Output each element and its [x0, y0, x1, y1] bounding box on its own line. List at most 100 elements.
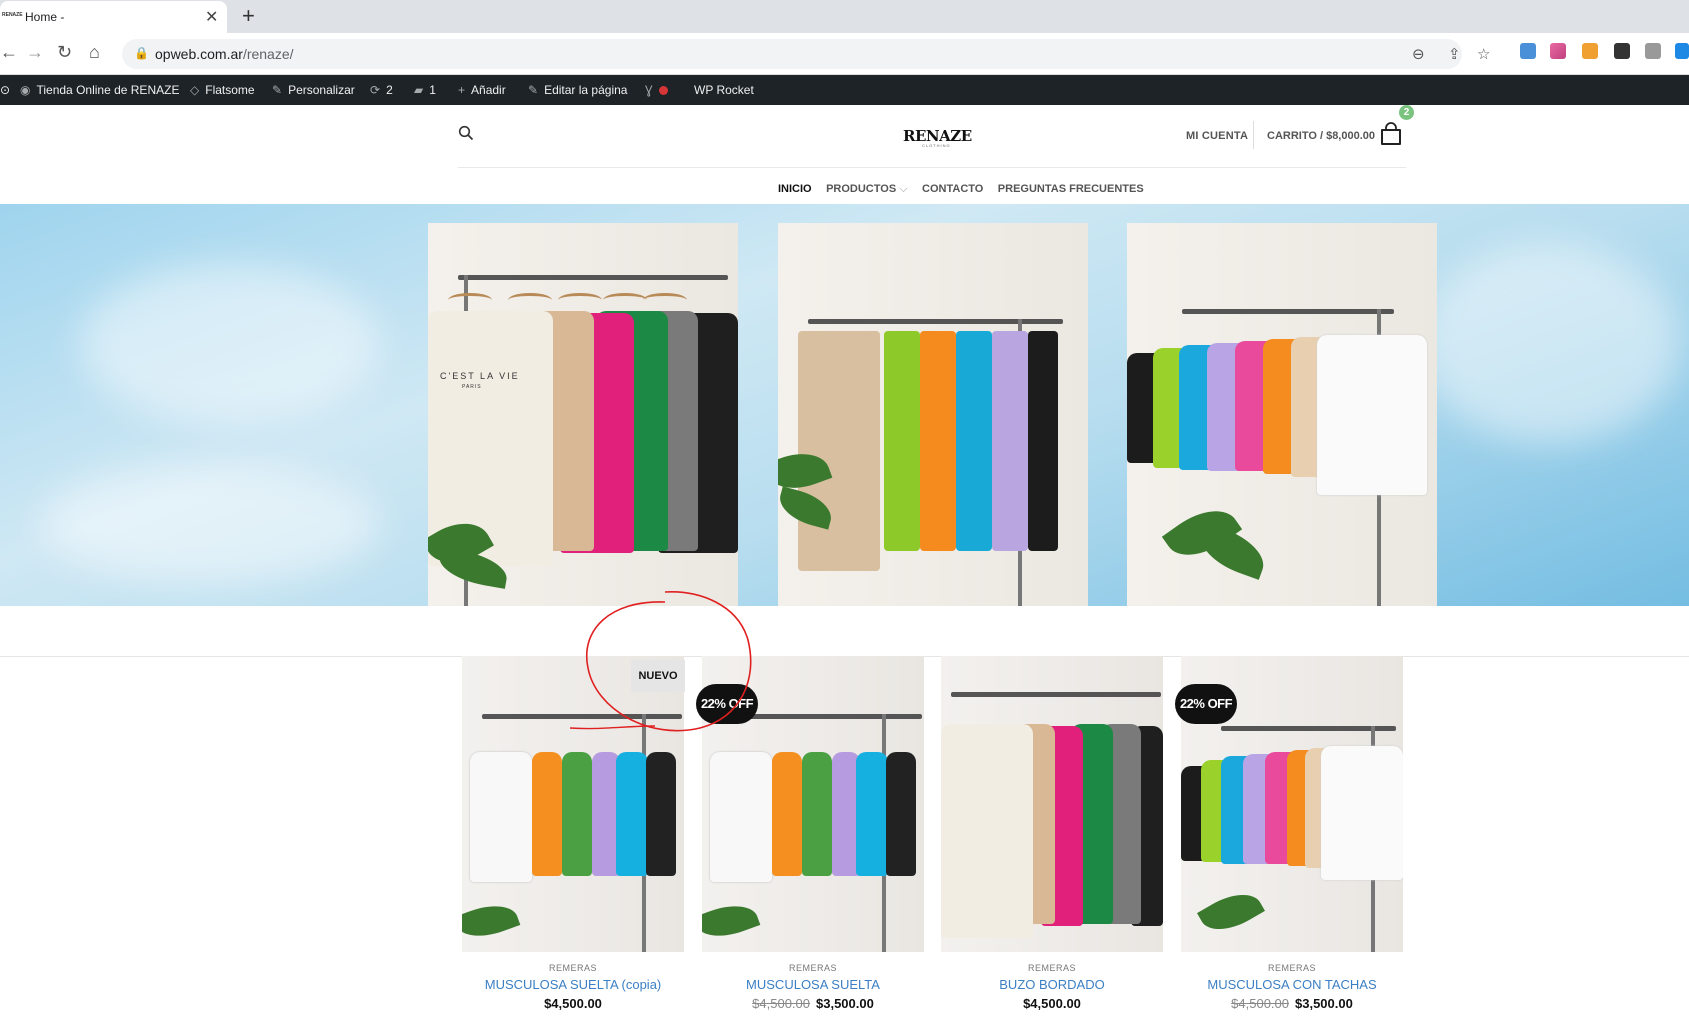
rack-bar — [458, 275, 728, 280]
nav-item-productos[interactable]: PRODUCTOS ⌵ — [826, 183, 908, 196]
product-current-price: $4,500.00 — [1023, 996, 1081, 1011]
product-category[interactable]: REMERAS — [702, 963, 924, 973]
new-tab-icon[interactable]: + — [242, 3, 255, 29]
extension-icon[interactable] — [1614, 43, 1630, 59]
sweater-print: C'EST LA VIE — [440, 371, 520, 381]
product-category[interactable]: REMERAS — [462, 963, 684, 973]
cart-link[interactable]: CARRITO / $8,000.00 — [1267, 130, 1375, 142]
browser-tab-bar: RENAZE Home - ✕ + — [0, 0, 1689, 33]
yoast-icon[interactable]: Ɣ — [645, 83, 668, 97]
wordpress-icon[interactable]: ⊙ — [0, 83, 10, 97]
browser-tab[interactable]: RENAZE Home - ✕ — [0, 1, 227, 33]
product-name[interactable]: MUSCULOSA SUELTA — [702, 977, 924, 992]
admin-site-label: Tienda Online de RENAZE — [36, 83, 180, 97]
product-category[interactable]: REMERAS — [1181, 963, 1403, 973]
admin-theme-link[interactable]: ◇ Flatsome — [190, 83, 255, 97]
tank-blue — [616, 752, 648, 876]
page: RENAZE Home - ✕ + ← → ↻ ⌂ 🔒 opweb.com.ar… — [0, 0, 1689, 1035]
extension-icon[interactable] — [1675, 43, 1689, 59]
camera-icon[interactable] — [1645, 43, 1661, 59]
product-image[interactable] — [941, 656, 1163, 952]
nav-item-preguntas-frecuentes[interactable]: PREGUNTAS FRECUENTES — [998, 183, 1144, 195]
rack-bar — [951, 692, 1161, 697]
extension-icon[interactable] — [1520, 43, 1536, 59]
tank-white — [470, 752, 532, 882]
close-icon[interactable]: ✕ — [205, 7, 218, 27]
url-path: /renaze/ — [242, 46, 294, 62]
hero-photo-sweaters[interactable]: C'EST LA VIE PARIS — [428, 223, 738, 606]
garment-lilac-pants — [992, 331, 1028, 551]
forward-icon[interactable]: → — [26, 42, 44, 63]
product-category[interactable]: REMERAS — [941, 963, 1163, 973]
nav-item-inicio[interactable]: INICIO — [778, 183, 812, 195]
shopping-bag-icon[interactable] — [1380, 122, 1402, 146]
admin-edit-link[interactable]: ✎ Editar la página — [528, 83, 627, 97]
admin-rocket-link[interactable]: WP Rocket — [694, 83, 754, 97]
extension-icon[interactable] — [1582, 43, 1598, 59]
product-name[interactable]: MUSCULOSA CON TACHAS — [1181, 977, 1403, 992]
browser-toolbar: ← → ↻ ⌂ 🔒 opweb.com.ar/renaze/ ⊖ ⇪ ☆ — [0, 33, 1689, 75]
cloud-decoration — [40, 464, 380, 584]
garment-white-tee — [1321, 746, 1403, 880]
product-old-price: $4,500.00 — [1231, 996, 1289, 1011]
updates-icon: ⟳ — [370, 83, 381, 97]
product-card[interactable]: REMERAS BUZO BORDADO $4,500.00 — [941, 656, 1163, 1011]
nav-item-contacto[interactable]: CONTACTO — [922, 183, 983, 195]
zoom-icon[interactable]: ⊖ — [1412, 45, 1425, 63]
status-dot — [658, 86, 668, 95]
extension-icon[interactable] — [1550, 43, 1566, 59]
tank-black — [886, 752, 916, 876]
product-current-price: $3,500.00 — [816, 996, 874, 1011]
plant-leaf — [1197, 883, 1265, 941]
hero-banner: C'EST LA VIE PARIS — [0, 204, 1689, 606]
tank-white — [710, 752, 772, 882]
admin-rocket-label: WP Rocket — [694, 83, 754, 97]
plant-leaf — [702, 896, 761, 946]
garment-lime-pants — [884, 331, 920, 551]
hanger — [448, 293, 492, 307]
product-card[interactable]: REMERAS MUSCULOSA SUELTA (copia) $4,500.… — [462, 656, 684, 1011]
wp-admin-bar: ⊙ ◉ Tienda Online de RENAZE ◇ Flatsome ✎ Pe… — [0, 75, 1689, 105]
tank-orange — [772, 752, 802, 876]
product-name[interactable]: MUSCULOSA SUELTA (copia) — [462, 977, 684, 992]
product-price: $4,500.00 — [941, 996, 1163, 1011]
yoast-glyph: Ɣ — [645, 83, 653, 97]
new-badge: NUEVO — [631, 660, 685, 692]
site-header: RENAZE CLOTHING MI CUENTA CARRITO / $8,0… — [0, 105, 1689, 204]
tab-title: Home - — [25, 10, 65, 24]
main-nav-list: INICIO PRODUCTOS ⌵ CONTACTO PREGUNTAS FR… — [773, 179, 1149, 197]
admin-updates-count: 2 — [386, 83, 393, 97]
tank-green — [802, 752, 832, 876]
admin-comments-count: 1 — [429, 83, 436, 97]
hanger — [643, 293, 687, 307]
admin-comments-link[interactable]: ▰ 1 — [414, 83, 436, 97]
admin-updates-link[interactable]: ⟳ 2 — [370, 83, 393, 97]
comment-icon: ▰ — [414, 83, 424, 97]
admin-customize-link[interactable]: ✎ Personalizar — [272, 83, 355, 97]
admin-site-link[interactable]: ◉ Tienda Online de RENAZE — [20, 83, 179, 97]
product-image[interactable] — [462, 656, 684, 952]
admin-theme-label: Flatsome — [205, 83, 255, 97]
search-icon[interactable] — [458, 125, 474, 141]
address-bar[interactable]: 🔒 opweb.com.ar/renaze/ ⊖ ⇪ ☆ — [122, 39, 1490, 69]
reload-icon[interactable]: ↻ — [57, 42, 72, 63]
product-name[interactable]: BUZO BORDADO — [941, 977, 1163, 992]
bookmark-star-icon[interactable]: ☆ — [1477, 45, 1490, 63]
share-icon[interactable]: ⇪ — [1448, 45, 1461, 63]
flatsome-icon: ◇ — [190, 83, 200, 97]
back-icon[interactable]: ← — [0, 42, 18, 63]
product-price: $4,500.00 $3,500.00 — [1181, 996, 1403, 1011]
garment-blue-pants — [956, 331, 992, 551]
account-link[interactable]: MI CUENTA — [1186, 130, 1248, 142]
site-logo-tagline: CLOTHING — [922, 143, 951, 148]
home-icon[interactable]: ⌂ — [89, 42, 100, 63]
tank-blue — [856, 752, 888, 876]
hero-photo-tees[interactable] — [1127, 223, 1437, 606]
cloud-decoration — [1420, 244, 1680, 444]
admin-add-link[interactable]: + Añadir — [458, 83, 506, 97]
garment-white-tee — [1317, 335, 1427, 495]
lock-icon: 🔒 — [134, 46, 149, 60]
hanger — [558, 293, 602, 307]
product-price: $4,500.00 — [462, 996, 684, 1011]
hero-photo-pants[interactable] — [778, 223, 1088, 606]
